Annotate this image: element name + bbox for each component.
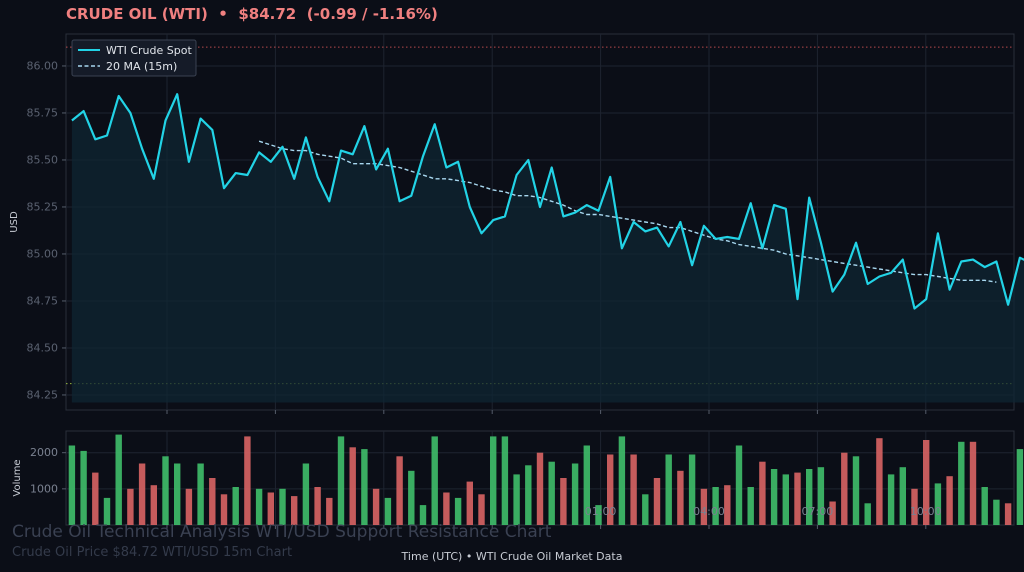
price-y-tick-label: 85.25 <box>27 200 59 213</box>
volume-bar <box>80 450 87 525</box>
volume-bar <box>372 488 380 525</box>
volume-bar <box>653 478 661 525</box>
volume-bar <box>876 438 883 525</box>
volume-bar <box>314 487 321 525</box>
price-y-tick-label: 86.00 <box>27 59 59 72</box>
volume-bar <box>759 461 766 525</box>
volume-bar <box>431 436 438 525</box>
watermark-subtitle: Crude Oil Price $84.72 WTI/USD 15m Chart <box>12 545 293 560</box>
price-y-tick-label: 85.75 <box>27 106 59 119</box>
volume-bar <box>174 463 181 525</box>
volume-bar <box>747 487 754 525</box>
volume-bar <box>724 485 731 525</box>
x-tick-label: 01:00 <box>585 505 617 518</box>
volume-panel: 1000 2000 Volume 01:00 04:00 07:00 10:00 <box>12 430 1024 529</box>
volume-bar <box>127 488 134 525</box>
volume-bar <box>946 476 953 525</box>
volume-bar <box>841 452 848 525</box>
volume-bar <box>981 487 988 525</box>
chart-legend: WTI Crude Spot 20 MA (15m) <box>71 39 197 77</box>
volume-bar <box>548 461 555 525</box>
volume-bar <box>864 503 871 525</box>
price-y-tick-label: 84.25 <box>27 388 59 401</box>
volume-bar <box>384 497 392 525</box>
volume-bar <box>220 494 228 525</box>
volume-bar <box>232 487 239 525</box>
volume-bar <box>478 494 485 525</box>
x-tick-label: 10:00 <box>910 505 942 518</box>
volume-bar <box>337 436 345 525</box>
volume-bar <box>501 436 509 525</box>
volume-bar <box>735 445 743 525</box>
volume-bar <box>349 447 356 525</box>
x-tick-label: 04:00 <box>693 505 725 518</box>
volume-bar <box>525 465 532 525</box>
volume-bar <box>1016 449 1024 525</box>
volume-bar <box>513 474 520 525</box>
volume-bar <box>899 467 906 525</box>
price-y-tick-label: 85.00 <box>27 247 59 260</box>
volume-bar <box>291 496 298 525</box>
volume-bar <box>92 472 99 525</box>
volume-bar <box>115 434 122 525</box>
volume-bar <box>466 481 473 525</box>
volume-bar <box>408 470 415 525</box>
volume-bar <box>185 488 193 525</box>
volume-bar <box>665 454 672 525</box>
volume-bar <box>490 436 497 525</box>
volume-bar <box>958 441 965 525</box>
volume-bar <box>993 499 1000 525</box>
volume-bar <box>443 492 450 525</box>
volume-bar <box>618 436 626 525</box>
price-y-tick-label: 85.50 <box>27 153 59 166</box>
x-tick-label: 07:00 <box>802 505 834 518</box>
volume-bar <box>1004 503 1012 525</box>
volume-bar <box>255 488 263 525</box>
volume-bar <box>103 497 111 525</box>
volume-bar <box>209 478 216 525</box>
price-y-tick-label: 84.75 <box>27 294 59 307</box>
volume-bar <box>571 463 579 525</box>
volume-bar <box>887 474 895 525</box>
price-panel: 84.25 84.50 84.75 85.00 85.25 85.50 85.75 86.00… <box>9 33 1024 414</box>
volume-bar <box>852 456 860 525</box>
volume-bar <box>162 456 169 525</box>
volume-bar <box>642 494 649 525</box>
price-y-axis-label: USD <box>9 211 20 233</box>
volume-bar <box>326 497 333 525</box>
legend-ma-label: 20 MA (15m) <box>106 60 177 73</box>
volume-bar <box>138 463 146 525</box>
volume-bar <box>361 449 368 525</box>
volume-bar <box>267 492 274 525</box>
volume-bar <box>782 474 789 525</box>
volume-bar <box>677 470 684 525</box>
volume-bar <box>536 452 544 525</box>
crude-oil-chart: 84.25 84.50 84.75 85.00 85.25 85.50 85.75 86.00… <box>9 33 1024 529</box>
price-y-tick-label: 84.50 <box>27 341 59 354</box>
volume-y-axis-label: Volume <box>12 459 23 496</box>
volume-bar <box>770 469 778 525</box>
volume-bar <box>279 488 286 525</box>
volume-bar <box>630 454 637 525</box>
volume-bar <box>197 463 204 525</box>
volume-bar <box>560 478 567 525</box>
volume-y-tick-label: 1000 <box>30 482 58 495</box>
volume-bar <box>396 456 403 525</box>
volume-bar <box>244 436 251 525</box>
legend-spot-label: WTI Crude Spot <box>106 44 192 57</box>
volume-y-tick-label: 2000 <box>30 446 58 459</box>
volume-bar <box>302 463 310 525</box>
volume-bar <box>454 497 462 525</box>
volume-bar <box>969 441 977 525</box>
watermark-title: Crude Oil Technical Analysis WTI/USD Sup… <box>12 522 552 542</box>
volume-bar <box>794 472 801 525</box>
volume-bar <box>150 485 157 525</box>
volume-bar <box>68 445 76 525</box>
